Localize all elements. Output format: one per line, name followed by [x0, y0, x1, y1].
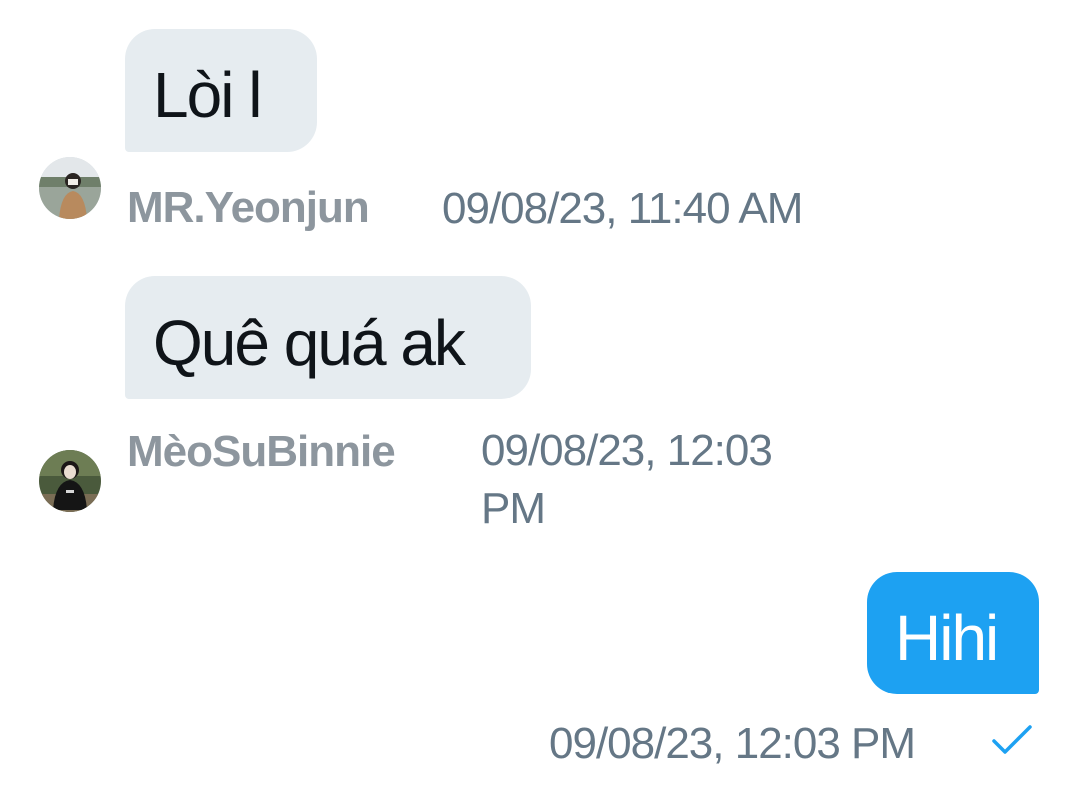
message-bubble-incoming[interactable]: Quê quá ak [125, 276, 531, 399]
message-text: Quê quá ak [153, 307, 466, 379]
avatar-photo [39, 157, 101, 219]
message-text: Lòi l [153, 59, 262, 131]
timestamp: 09/08/23, 12:03 PM [549, 719, 916, 768]
avatar[interactable] [39, 157, 101, 219]
timestamp: 09/08/23, 11:40 AM [442, 184, 803, 233]
message-bubble-incoming[interactable]: Lòi l [125, 29, 317, 152]
sender-name[interactable]: MèoSuBinnie [127, 430, 396, 474]
sender-name[interactable]: MR.Yeonjun [127, 186, 370, 230]
checkmark-icon [992, 725, 1032, 754]
avatar[interactable] [39, 450, 101, 512]
message-bubble-outgoing[interactable]: Hihi [867, 572, 1039, 694]
message-text: Hihi [895, 602, 999, 674]
timestamp: 09/08/23, 12:03 PM [481, 426, 773, 533]
avatar-photo [39, 450, 101, 512]
